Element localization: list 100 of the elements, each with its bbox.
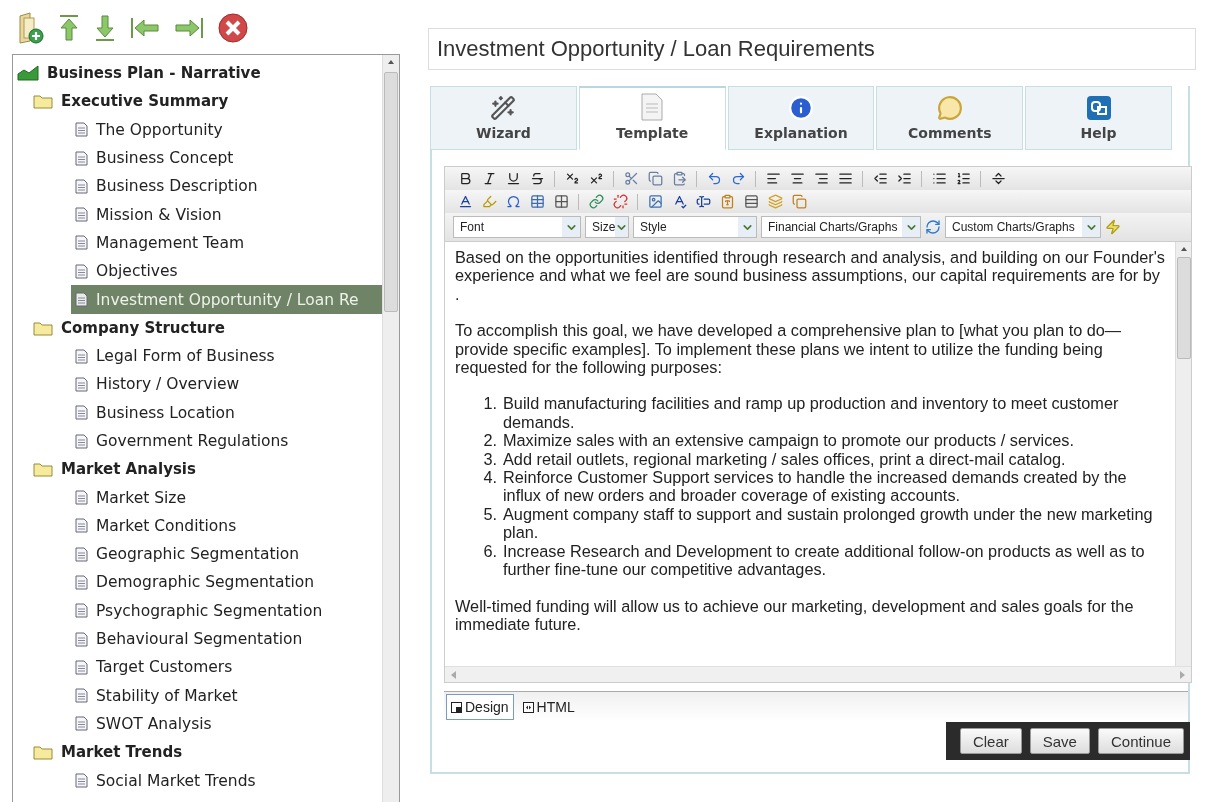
move-bottom-icon[interactable]: [94, 14, 116, 42]
tree-item[interactable]: Demographic Segmentation: [71, 568, 382, 597]
tab[interactable]: Comments: [876, 86, 1024, 150]
list-item-text: Increase Research and Development to create additional follow-on products as well as to further fine-tune our competitive advantages.: [503, 541, 1146, 579]
title-field[interactable]: Investment Opportunity / Loan Requirements: [428, 28, 1196, 70]
tree-folder[interactable]: Executive Summary: [29, 87, 382, 116]
document-icon: [75, 405, 88, 421]
tree-item[interactable]: The Opportunity: [71, 115, 382, 144]
tree-item[interactable]: Business Location: [71, 398, 382, 427]
action-button[interactable]: Continue: [1097, 728, 1184, 754]
tree-item[interactable]: Psychographic Segmentation: [71, 596, 382, 625]
mode-tab[interactable]: HTML: [517, 694, 580, 720]
document-icon: [75, 518, 88, 534]
tree-item[interactable]: Social Market Trends: [71, 766, 382, 795]
dropdown[interactable]: Font: [453, 216, 581, 238]
refresh-icon[interactable]: [925, 219, 941, 235]
list-item-text: Augment company staff to support and sustain prolonged growth under the new marketing plan.: [503, 504, 1154, 542]
scrollbar[interactable]: [1175, 242, 1191, 666]
document-icon: [75, 263, 88, 279]
tree-item[interactable]: Legal Form of Business: [71, 341, 382, 371]
document-icon: [641, 93, 664, 121]
delete-icon[interactable]: [218, 13, 248, 43]
list-item-text: Build manufacturing facilities and ramp up production and inventory to meet customer demands.: [503, 394, 1120, 432]
tree-item[interactable]: Behavioural Segmentation: [71, 624, 382, 654]
tree-item[interactable]: Market Conditions: [71, 511, 382, 541]
tree-item[interactable]: Business Description: [71, 172, 382, 201]
paragraph: Well-timed funding will allow us to achieve our marketing, development and sales goals for the immediate future.: [455, 596, 1135, 634]
tree-item[interactable]: Mission & Vision: [71, 200, 382, 229]
folder-icon: [33, 93, 53, 110]
tree-folder[interactable]: Market Trends: [29, 738, 382, 767]
folder-icon: [33, 319, 53, 336]
outdent-arrow-icon[interactable]: [130, 17, 160, 39]
document-icon: [75, 631, 88, 647]
list-number: 3.: [482, 449, 497, 469]
tree-item[interactable]: Geographic Segmentation: [71, 540, 382, 569]
tab[interactable]: Explanation: [727, 86, 875, 150]
list-number: 6.: [482, 541, 497, 562]
document-icon: [75, 659, 88, 675]
document-icon: [75, 433, 88, 449]
document-icon: [75, 292, 88, 307]
document-icon: [75, 207, 88, 223]
document-icon: [75, 178, 88, 194]
tree-item[interactable]: Objectives: [71, 257, 382, 286]
list-item-text: Reinforce Customer Support services to handle the increased demands created by the influx of new orders and broader coverage of existing accounts.: [503, 468, 1128, 505]
tab[interactable]: Help: [1025, 86, 1172, 150]
unlink-icon[interactable]: [610, 191, 630, 212]
dropdown[interactable]: Style: [633, 216, 757, 238]
folder-icon: [33, 744, 53, 761]
tree-item[interactable]: Investment Opportunity / Loan Re: [71, 285, 382, 314]
speech-bubble-icon: [936, 95, 963, 121]
document-icon: [75, 235, 88, 251]
add-folder-icon[interactable]: [18, 12, 44, 44]
tab[interactable]: Wizard: [430, 86, 577, 150]
document-icon: [75, 603, 88, 619]
folder-icon: [33, 461, 53, 478]
tree-item[interactable]: Target Customers: [71, 653, 382, 682]
info-icon: [788, 95, 814, 121]
design-icon: [451, 701, 462, 713]
document-icon: [75, 376, 88, 392]
code-icon: [522, 701, 534, 713]
tree-item[interactable]: Management Team: [71, 228, 382, 258]
tree-root[interactable]: Business Plan - Narrative: [13, 59, 382, 88]
tree-item[interactable]: Business Concept: [71, 143, 382, 173]
document-icon: [75, 688, 88, 704]
document-icon: [75, 490, 88, 506]
tree-folder[interactable]: Market Analysis: [29, 455, 382, 484]
action-button[interactable]: Save: [1029, 728, 1090, 754]
tree-item[interactable]: Government Regulations: [71, 426, 382, 456]
mode-tab[interactable]: Design: [446, 694, 514, 720]
link-icon[interactable]: [586, 191, 606, 212]
scrollbar[interactable]: [382, 55, 399, 802]
document-icon: [75, 122, 88, 138]
dropdown[interactable]: Size: [585, 216, 629, 238]
dropdown[interactable]: Custom Charts/Graphs: [945, 216, 1101, 238]
document-icon: [75, 773, 88, 789]
tree-item[interactable]: Market Size: [71, 483, 382, 512]
list-number: 4.: [482, 468, 497, 489]
dropdown[interactable]: Financial Charts/Graphs: [761, 216, 921, 238]
indent-arrow-icon[interactable]: [174, 17, 204, 39]
list-item-text: Add retail outlets, regional marketing / sales offices, print a direct-mail catalog.: [503, 449, 1066, 469]
document-icon: [75, 575, 88, 590]
document-icon: [75, 546, 88, 562]
tree-item[interactable]: Stability of Market: [71, 681, 382, 710]
wand-icon: [490, 95, 517, 121]
chart-icon: [17, 65, 39, 82]
paragraph: To accomplish this goal, we have developed a comprehensive plan to [what you plan to do—provide specific examples]. To implement these plans we intent to utilize the funding being requested for the following purposes:: [455, 321, 1123, 377]
list-item-text: Maximize sales with an extensive campaign to promote our products / services.: [503, 431, 1074, 450]
list-number: 1.: [482, 394, 497, 415]
tree-item[interactable]: History / Overview: [71, 370, 382, 399]
list-number: 2.: [482, 431, 497, 450]
action-button[interactable]: Clear: [959, 728, 1022, 754]
list-number: 5.: [482, 504, 497, 525]
help-icon: [1085, 95, 1112, 121]
tree-item[interactable]: SWOT Analysis: [71, 709, 382, 739]
document-icon: [75, 348, 88, 364]
tab[interactable]: Template: [578, 86, 726, 150]
document-icon: [75, 150, 88, 166]
move-top-icon[interactable]: [58, 14, 80, 42]
paragraph: Based on the opportunities identified through research and analysis, and building on our Founder's experience and what we feel are sound business assumptions, our capital requirements are for by .: [455, 248, 1165, 304]
tree-folder[interactable]: Company Structure: [29, 313, 382, 342]
